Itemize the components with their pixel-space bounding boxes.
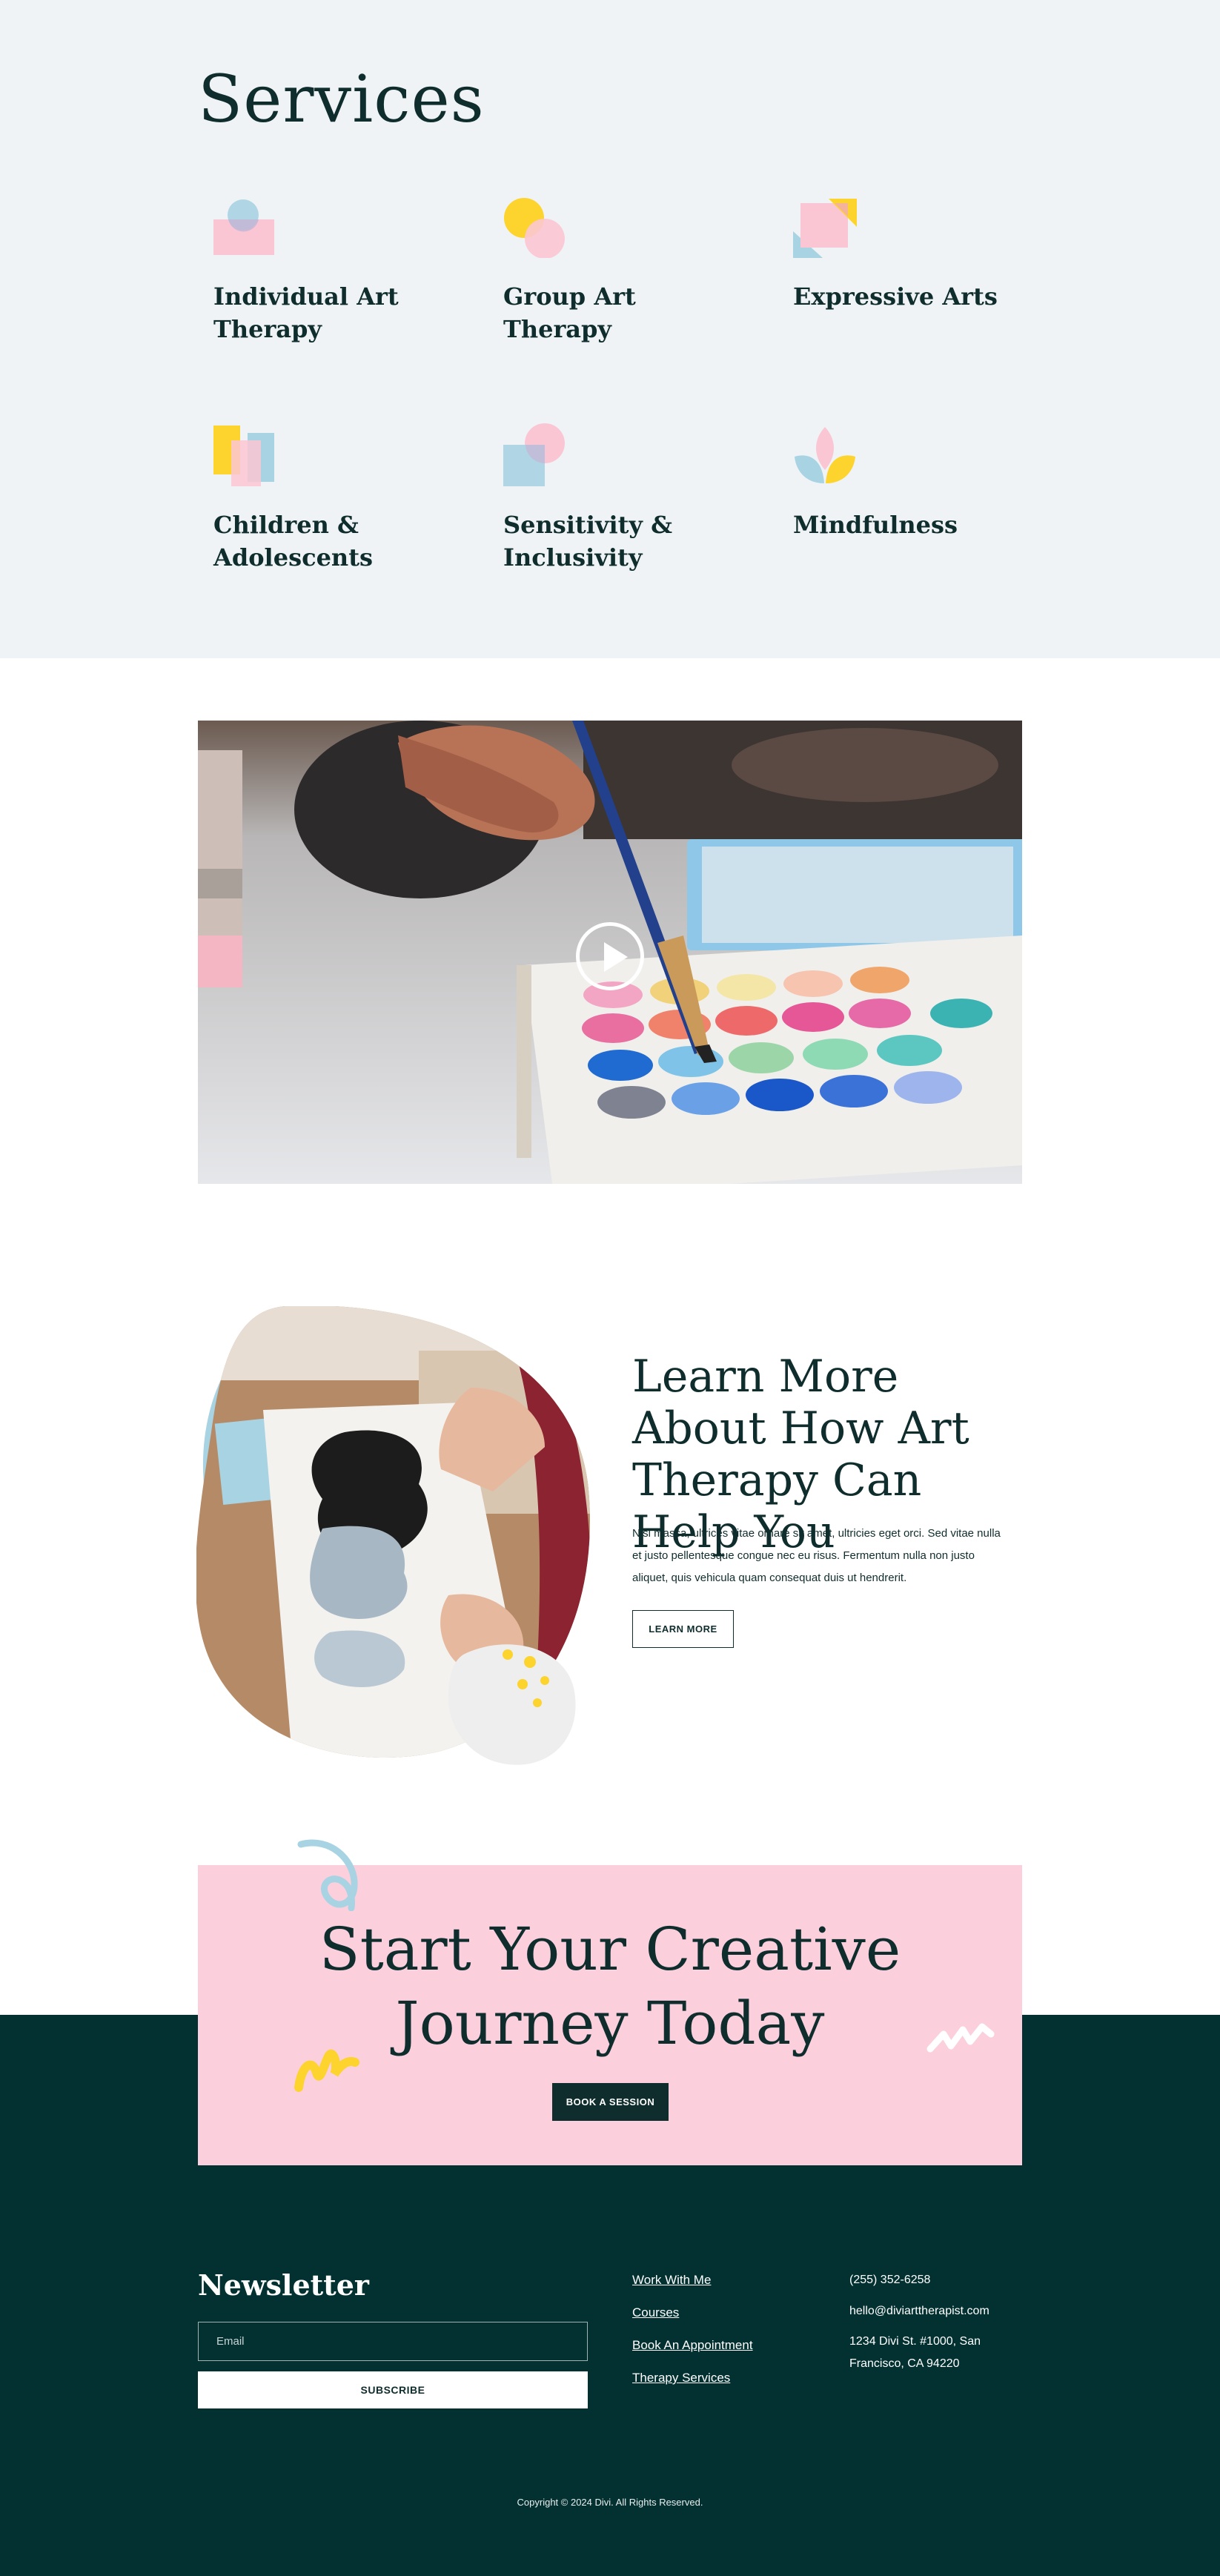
cta-heading: Start Your Creative Journey Today xyxy=(319,1915,901,2058)
learn-more-button[interactable]: LEARN MORE xyxy=(632,1610,734,1648)
footer-link-work-with-me[interactable]: Work With Me xyxy=(632,2273,711,2288)
contact-address: 1234 Divi St. #1000, San Francisco, CA 9… xyxy=(849,2335,981,2370)
lotus-icon xyxy=(795,427,855,483)
circle-square-icon xyxy=(213,199,274,255)
play-icon[interactable] xyxy=(576,922,644,990)
zigzag-white-icon xyxy=(926,2023,995,2053)
newsletter-title: Newsletter xyxy=(198,2268,369,2302)
copyright: Copyright © 2024 Divi. All Rights Reserv… xyxy=(517,2497,703,2508)
contact-phone: (255) 352-6258 xyxy=(849,2274,931,2286)
layered-squares-icon xyxy=(793,199,857,258)
services-title: Services xyxy=(198,61,485,137)
overlapping-rectangles-icon xyxy=(213,426,274,486)
contact-email: hello@diviarttherapist.com xyxy=(849,2305,989,2317)
play-triangle xyxy=(604,942,628,972)
squiggle-yellow-icon xyxy=(294,2050,359,2092)
service-label: Sensitivity & Inclusivity xyxy=(503,511,672,572)
service-label: Individual Art Therapy xyxy=(213,282,399,343)
book-session-button[interactable]: BOOK A SESSION xyxy=(552,2083,669,2121)
service-label: Group Art Therapy xyxy=(503,282,636,343)
service-label: Expressive Arts xyxy=(793,282,998,311)
subscribe-button[interactable]: SUBSCRIBE xyxy=(198,2371,588,2408)
service-label: Mindfulness xyxy=(793,511,958,539)
services-section: Services Individual Art Therapy Group Ar… xyxy=(0,0,1220,658)
learn-more-body: Nisl massa, ultrices vitae ornare sit am… xyxy=(632,1527,1001,1584)
square-circle-icon xyxy=(503,423,565,486)
footer-link-book-appointment[interactable]: Book An Appointment xyxy=(632,2338,753,2353)
swirl-blue-icon xyxy=(297,1839,358,1911)
footer-link-courses[interactable]: Courses xyxy=(632,2305,679,2320)
footer-link-therapy-services[interactable]: Therapy Services xyxy=(632,2371,730,2385)
email-field[interactable] xyxy=(198,2322,588,2361)
overlapping-circles-icon xyxy=(504,198,565,258)
video-player[interactable] xyxy=(198,721,1022,1184)
service-label: Children & Adolescents xyxy=(213,511,373,572)
art-therapy-image xyxy=(196,1306,590,1765)
